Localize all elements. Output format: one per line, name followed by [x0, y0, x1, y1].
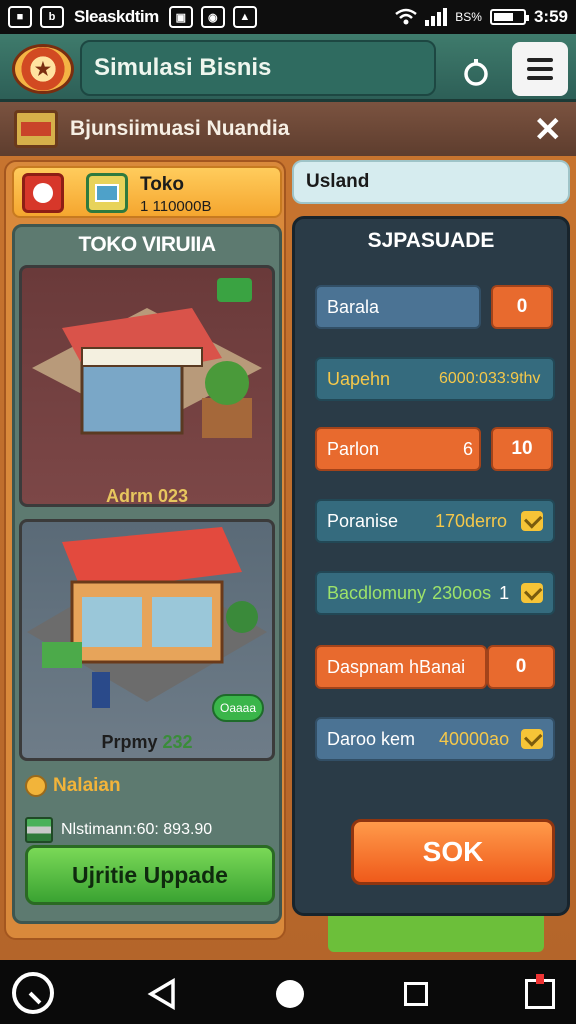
wifi-icon	[395, 8, 418, 25]
system-nav-bar	[0, 960, 576, 1024]
stat-value: 230oos	[432, 582, 492, 603]
stat-value: 6000:033:9thv	[439, 370, 541, 387]
close-icon[interactable]: ✕	[534, 110, 563, 150]
stat-line-text: Nlstimann:60: 893.90	[61, 821, 213, 838]
stat-value[interactable]: 0	[491, 285, 553, 329]
status-bar: ■ b Sleaskdtim ▣ ◉ ▲ BS% 3:59	[0, 0, 576, 34]
stat-value: 40000ao	[439, 728, 510, 749]
checkbox-icon[interactable]	[521, 729, 543, 749]
stat-bar: Daroo kem 40000ao	[315, 717, 555, 761]
signal-icon	[425, 8, 448, 26]
clock-icon[interactable]	[12, 972, 54, 1014]
checkbox-icon[interactable]	[521, 583, 543, 603]
status-app-label: Sleaskdtim	[74, 7, 159, 26]
green-strip	[328, 916, 544, 952]
stat-label: Uapehn	[327, 368, 391, 389]
stat-row: Daspnam hBanai 0	[315, 645, 555, 689]
stat-line: Nlstimann:60: 893.90	[25, 817, 212, 843]
stats-panel-title: SJPASUADE	[367, 229, 495, 252]
stat-row: Barala 0	[315, 285, 555, 329]
stat-row: Daroo kem 40000ao	[315, 717, 555, 761]
stat-bar: Parlon 6	[315, 427, 481, 471]
shop-2-badge[interactable]: Oaaaa	[212, 694, 264, 722]
checkbox-icon[interactable]	[521, 511, 543, 531]
stat-value[interactable]: 0	[487, 645, 555, 689]
stat-label: Parlon	[327, 438, 380, 459]
back-icon[interactable]	[140, 972, 184, 1016]
stat-label: Daspnam hBanai	[315, 645, 487, 689]
image-icon: ▣	[168, 6, 193, 28]
coin-icon	[25, 775, 47, 797]
app-title: Simulasi Bisnis	[80, 40, 436, 96]
section-label: Nalaian	[25, 775, 121, 797]
toko-value: 1 110000B	[140, 198, 212, 215]
notification-icon: ■	[8, 6, 32, 28]
stat-label: Bacdlomuny	[327, 582, 427, 603]
store-red-icon	[22, 173, 64, 213]
stat-extra: 1	[499, 582, 510, 603]
battery-percent: BS%	[455, 10, 482, 24]
notification-bell-icon[interactable]	[456, 52, 496, 92]
stat-label: Poranise	[327, 510, 399, 531]
shop-sign-icon	[14, 110, 58, 148]
money-stack-icon	[25, 817, 53, 843]
home-icon[interactable]	[268, 972, 312, 1016]
stat-row: Bacdlomuny 230oos 1	[315, 571, 555, 615]
toko-name: Toko	[140, 174, 184, 195]
shop-panel-title: TOKO VIRUIIA	[78, 233, 216, 256]
stats-panel: SJPASUADE Barala 0 Uapehn 6000:033:9thv …	[292, 216, 570, 916]
left-column: Toko 1 110000B TOKO VIRUIIA Adrm 023 Oaa…	[4, 160, 286, 940]
gift-icon[interactable]	[518, 972, 562, 1016]
stat-row: Parlon 6 10	[315, 427, 555, 471]
main-content: Toko 1 110000B TOKO VIRUIIA Adrm 023 Oaa…	[0, 156, 576, 960]
shop-2-label: Prpmy 232	[22, 732, 272, 753]
usland-label: Usland	[306, 171, 370, 192]
shop-2-label-num: 232	[162, 732, 193, 752]
cash-register-icon	[86, 173, 128, 213]
shop-2-label-prefix: Prpmy	[101, 732, 158, 752]
stat-bar: Bacdlomuny 230oos 1	[315, 571, 555, 615]
shop-illustration-2	[27, 527, 267, 708]
status-time: 3:59	[533, 7, 568, 26]
hamburger-menu-button[interactable]	[512, 42, 568, 96]
message-icon: b	[40, 6, 64, 28]
stat-label: Daroo kem	[327, 728, 416, 749]
stat-value[interactable]: 10	[491, 427, 553, 471]
sub-header: Bjunsiimuasi Nuandia ✕	[0, 102, 576, 156]
usland-card[interactable]: Usland	[292, 160, 570, 204]
stat-bar: Uapehn 6000:033:9thv	[315, 357, 555, 401]
sok-button[interactable]: SOK	[351, 819, 555, 885]
stat-row: Poranise 170derro	[315, 499, 555, 543]
app-title-text: Simulasi Bisnis	[94, 54, 272, 81]
shop-1-label: Adrm 023	[105, 486, 189, 506]
app-logo: ★	[12, 44, 74, 94]
recent-apps-icon[interactable]	[394, 972, 438, 1016]
game-icon: ◉	[200, 6, 225, 28]
toko-card[interactable]: Toko 1 110000B	[12, 166, 282, 218]
shop-panel: TOKO VIRUIIA Adrm 023 Oaaaa Prpmy 232 Na…	[12, 224, 282, 924]
stat-bar: Poranise 170derro	[315, 499, 555, 543]
stat-value: 170derro	[435, 510, 508, 531]
stat-label: Barala	[315, 285, 481, 329]
upgrade-button[interactable]: Ujritie Uppade	[25, 845, 275, 905]
battery-icon	[489, 9, 529, 25]
shop-card-2[interactable]: Oaaaa Prpmy 232	[19, 519, 275, 761]
stat-row: Uapehn 6000:033:9thv	[315, 357, 555, 401]
section-label-text: Nalaian	[53, 775, 121, 796]
shop-card-1[interactable]: Adrm 023	[19, 265, 275, 507]
shop-illustration-1	[32, 278, 262, 438]
stat-mid: 6	[463, 438, 474, 459]
alert-icon: ▲	[232, 6, 257, 28]
app-header: ★ Simulasi Bisnis	[0, 34, 576, 102]
sub-header-title: Bjunsiimuasi Nuandia	[70, 117, 290, 140]
